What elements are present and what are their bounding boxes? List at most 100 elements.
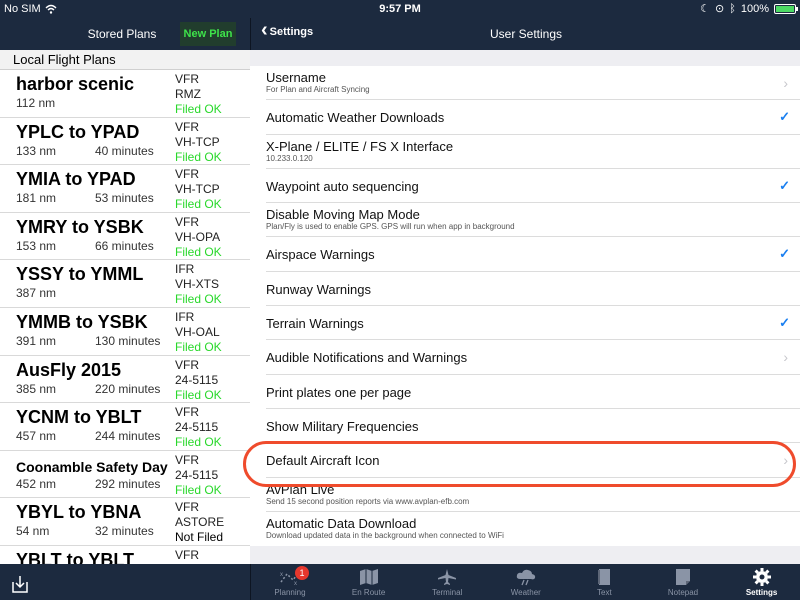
plan-meta: VFR 24-5115 Filed OK — [175, 405, 222, 450]
setting-automatic-weather-downloads[interactable]: Automatic Weather Downloads ✓ — [266, 100, 800, 135]
plan-rules: VFR — [175, 357, 199, 372]
plan-row[interactable]: harbor scenic 112 nm VFR RMZ Filed OK — [0, 70, 250, 118]
page-title: User Settings — [489, 27, 563, 41]
status-right: ☾ ⊙ ᛒ 100% — [700, 2, 798, 15]
setting-automatic-data-download[interactable]: Automatic Data Download Download updated … — [266, 512, 800, 546]
plan-row[interactable]: YBLT to YBLT VFR — [0, 546, 250, 564]
highlight-annotation — [243, 441, 796, 487]
section-header: Local Flight Plans — [0, 50, 250, 70]
plan-distance: 387 nm — [16, 286, 57, 301]
setting-label: Disable Moving Map Mode — [266, 207, 420, 223]
tab-terminal[interactable]: Terminal — [408, 564, 486, 600]
book-icon — [592, 567, 616, 587]
plan-row[interactable]: YMMB to YSBK 391 nm 130 minutes IFR VH-OAL Fi… — [0, 308, 250, 356]
setting-runway-warnings[interactable]: Runway Warnings — [266, 272, 800, 307]
plan-row[interactable]: YCNM to YBLT 457 nm 244 minutes VFR 24-5115 F… — [0, 403, 250, 451]
tab-en-route[interactable]: En Route — [330, 564, 408, 600]
tab-settings[interactable]: Settings — [723, 564, 800, 600]
left-toolbar — [0, 564, 250, 600]
setting-username[interactable]: Username For Plan and Aircraft Syncing › — [266, 66, 800, 101]
plan-row[interactable]: YMRY to YSBK 153 nm 66 minutes VFR VH-OPA Fil… — [0, 213, 250, 261]
plan-name: YMMB to YSBK — [16, 311, 148, 332]
plan-distance: 452 nm — [16, 476, 57, 491]
notepad-icon — [671, 567, 695, 587]
setting-disable-moving-map-mode[interactable]: Disable Moving Map Mode Plan/Fly is used … — [266, 203, 800, 238]
right-header: ‹ Settings User Settings — [250, 18, 800, 50]
setting-airspace-warnings[interactable]: Airspace Warnings ✓ — [266, 237, 800, 272]
plan-meta: VFR 24-5115 Filed OK — [175, 453, 222, 498]
tab-weather[interactable]: Weather — [487, 564, 565, 600]
plan-row[interactable]: YBYL to YBNA 54 nm 32 minutes VFR ASTORE Not … — [0, 498, 250, 546]
setting-label: Airspace Warnings — [266, 247, 375, 263]
plan-meta: VFR ASTORE Not Filed — [175, 500, 224, 545]
setting-audible-notifications-and-warnings[interactable]: Audible Notifications and Warnings › — [266, 340, 800, 375]
tab-text[interactable]: Text — [565, 564, 643, 600]
plan-time: 32 minutes — [95, 524, 154, 539]
plan-distance: 391 nm — [16, 333, 57, 348]
tab-label: Weather — [510, 588, 541, 597]
battery-percent: 100% — [740, 2, 769, 15]
svg-text:x: x — [280, 572, 283, 578]
plan-row[interactable]: YSSY to YMML 387 nm IFR VH-XTS Filed OK — [0, 260, 250, 308]
plan-aircraft: VH-XTS — [175, 277, 220, 292]
tab-notepad[interactable]: Notepad — [644, 564, 722, 600]
plan-rules: VFR — [175, 405, 199, 420]
import-icon[interactable] — [10, 574, 30, 594]
tab-label: Settings — [745, 588, 778, 597]
setting-label: Waypoint auto sequencing — [266, 178, 419, 194]
plan-meta: IFR VH-OAL Filed OK — [175, 310, 222, 355]
tab-bar: x x Planning 1 En Route Terminal Weather Text No… — [250, 564, 800, 600]
plan-aircraft: VH-OPA — [175, 229, 221, 244]
setting-print-plates-one-per-page[interactable]: Print plates one per page — [266, 375, 800, 409]
plan-rules: VFR — [175, 214, 199, 229]
plan-name: YMRY to YSBK — [16, 216, 144, 237]
new-plan-button[interactable]: New Plan — [180, 22, 236, 46]
plan-status: Filed OK — [175, 197, 222, 212]
setting-label: X-Plane / ELITE / FS X Interface — [266, 138, 454, 154]
plan-meta: VFR VH-OPA Filed OK — [175, 215, 222, 260]
plan-rules: VFR — [175, 452, 199, 467]
plan-time: 244 minutes — [95, 429, 161, 444]
plan-distance: 54 nm — [16, 524, 50, 539]
plan-rules: IFR — [175, 262, 195, 277]
checkmark-icon: ✓ — [779, 246, 790, 262]
plan-name: YMIA to YPAD — [16, 169, 136, 190]
left-header: Stored Plans New Plan — [0, 18, 250, 50]
flight-plan-list[interactable]: Local Flight Plans harbor scenic 112 nm VF… — [0, 50, 250, 564]
setting-label: Automatic Weather Downloads — [266, 110, 445, 126]
tab-label: Notepad — [667, 588, 699, 597]
tab-planning[interactable]: x x Planning 1 — [251, 564, 329, 600]
plan-aircraft: VH-TCP — [175, 182, 220, 197]
plan-row[interactable]: Coonamble Safety Day 452 nm 292 minutes VFR… — [0, 451, 250, 499]
plan-status: Filed OK — [175, 244, 222, 259]
plan-status: Filed OK — [175, 387, 222, 402]
plan-time: 66 minutes — [95, 238, 154, 253]
plan-row[interactable]: YPLC to YPAD 133 nm 40 minutes VFR VH-TCP Fil… — [0, 118, 250, 166]
setting-label: Audible Notifications and Warnings — [266, 350, 468, 366]
setting-waypoint-auto-sequencing[interactable]: Waypoint auto sequencing ✓ — [266, 169, 800, 204]
airplane-icon — [435, 567, 459, 587]
left-panel-title-text: Stored Plans — [87, 27, 157, 41]
setting-label: Show Military Frequencies — [266, 418, 419, 434]
setting-x-plane-elite-fs-x-interface[interactable]: X-Plane / ELITE / FS X Interface 10.233.0… — [266, 135, 800, 169]
plan-status: Filed OK — [175, 149, 222, 164]
tab-label: Planning — [274, 588, 306, 597]
plan-rules: IFR — [175, 309, 195, 324]
plan-row[interactable]: YMIA to YPAD 181 nm 53 minutes VFR VH-TCP Fil… — [0, 165, 250, 213]
setting-show-military-frequencies[interactable]: Show Military Frequencies — [266, 409, 800, 444]
plan-status: Filed OK — [175, 435, 222, 450]
plan-rules: VFR — [175, 547, 199, 562]
plan-status: Filed OK — [175, 339, 222, 354]
svg-text:x: x — [294, 581, 297, 586]
plan-meta: VFR 24-5115 Filed OK — [175, 358, 222, 403]
plan-status: Filed OK — [175, 102, 222, 116]
checkmark-icon: ✓ — [779, 177, 790, 193]
plan-row[interactable]: AusFly 2015 385 nm 220 minutes VFR 24-5115 Fi… — [0, 356, 250, 404]
moon-icon: ☾ — [700, 3, 711, 15]
plan-meta: VFR VH-TCP Filed OK — [175, 120, 222, 165]
plan-distance: 457 nm — [16, 429, 57, 444]
battery-icon — [774, 3, 798, 14]
setting-terrain-warnings[interactable]: Terrain Warnings ✓ — [266, 306, 800, 341]
tab-label: Text — [597, 588, 612, 597]
setting-sublabel: Download updated data in the background … — [266, 530, 504, 540]
